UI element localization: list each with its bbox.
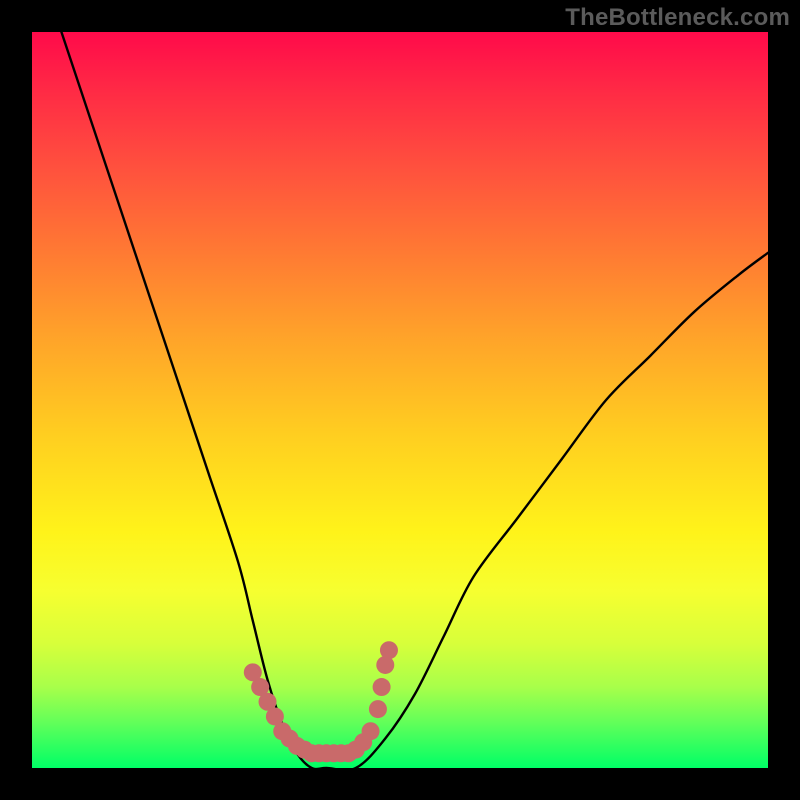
chart-frame: TheBottleneck.com bbox=[0, 0, 800, 800]
watermark-text: TheBottleneck.com bbox=[565, 4, 790, 32]
dot bbox=[380, 641, 398, 659]
plot-area bbox=[32, 32, 768, 768]
dot bbox=[373, 678, 391, 696]
dot bbox=[362, 722, 380, 740]
curve-layer bbox=[32, 32, 768, 768]
dot bbox=[369, 700, 387, 718]
bottleneck-curve bbox=[61, 32, 768, 768]
dot-cluster bbox=[244, 641, 398, 762]
